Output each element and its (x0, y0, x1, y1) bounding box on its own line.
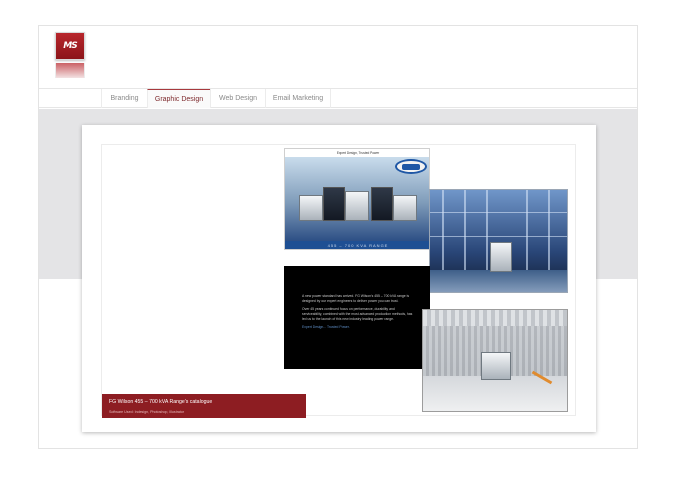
generator-icon (481, 352, 511, 380)
brochure-cover-image[interactable]: Expert Design, Trusted Power 455 – 700 K… (284, 148, 430, 250)
logo[interactable]: MS (55, 32, 85, 78)
cover-tagline: Expert Design, Trusted Power (336, 151, 380, 155)
brochure-text-page[interactable]: A new power standard has arrived. FG Wil… (284, 266, 430, 369)
fg-wilson-badge-icon (395, 159, 427, 174)
category-nav: Branding Graphic Design Web Design Email… (39, 88, 637, 108)
generator-icon (393, 195, 417, 221)
tab-graphic-design[interactable]: Graphic Design (147, 89, 210, 108)
caption-software: Software Used: Indesign, Photoshop, Illu… (109, 410, 185, 414)
cover-photo (285, 157, 429, 241)
caption-title: FG Wilson 455 – 700 kVA Range's catalogu… (109, 399, 213, 405)
tab-web-design[interactable]: Web Design (210, 89, 265, 108)
generator-icon (323, 187, 345, 221)
cover-range-label: 455 – 700 KVA RANGE (285, 241, 429, 249)
site-header: MS (39, 26, 637, 88)
generator-icon (345, 191, 369, 221)
brochure-paragraph: Over 45 years continued focus on perform… (302, 306, 413, 321)
tab-branding[interactable]: Branding (101, 89, 147, 108)
tab-email-marketing[interactable]: Email Marketing (265, 89, 331, 108)
generator-icon (371, 187, 393, 221)
brochure-link: Expert Design... Trusted Power. (302, 324, 350, 329)
test-chamber-photo[interactable] (422, 309, 568, 412)
logo-mark: MS (55, 32, 85, 60)
brochure-copy: A new power standard has arrived. FG Wil… (302, 294, 414, 333)
logo-text: MS (63, 41, 77, 51)
facility-photo[interactable] (429, 189, 568, 293)
site-frame: MS Branding Graphic Design Web Design Em… (38, 25, 638, 449)
logo-reflection (55, 63, 85, 78)
project-caption: FG Wilson 455 – 700 kVA Range's catalogu… (102, 394, 306, 418)
portfolio-card: Expert Design, Trusted Power 455 – 700 K… (82, 125, 596, 432)
brochure-paragraph: A new power standard has arrived. FG Wil… (302, 294, 410, 303)
portfolio-canvas: Expert Design, Trusted Power 455 – 700 K… (101, 144, 576, 418)
generator-icon (490, 242, 512, 272)
generator-icon (299, 195, 323, 221)
